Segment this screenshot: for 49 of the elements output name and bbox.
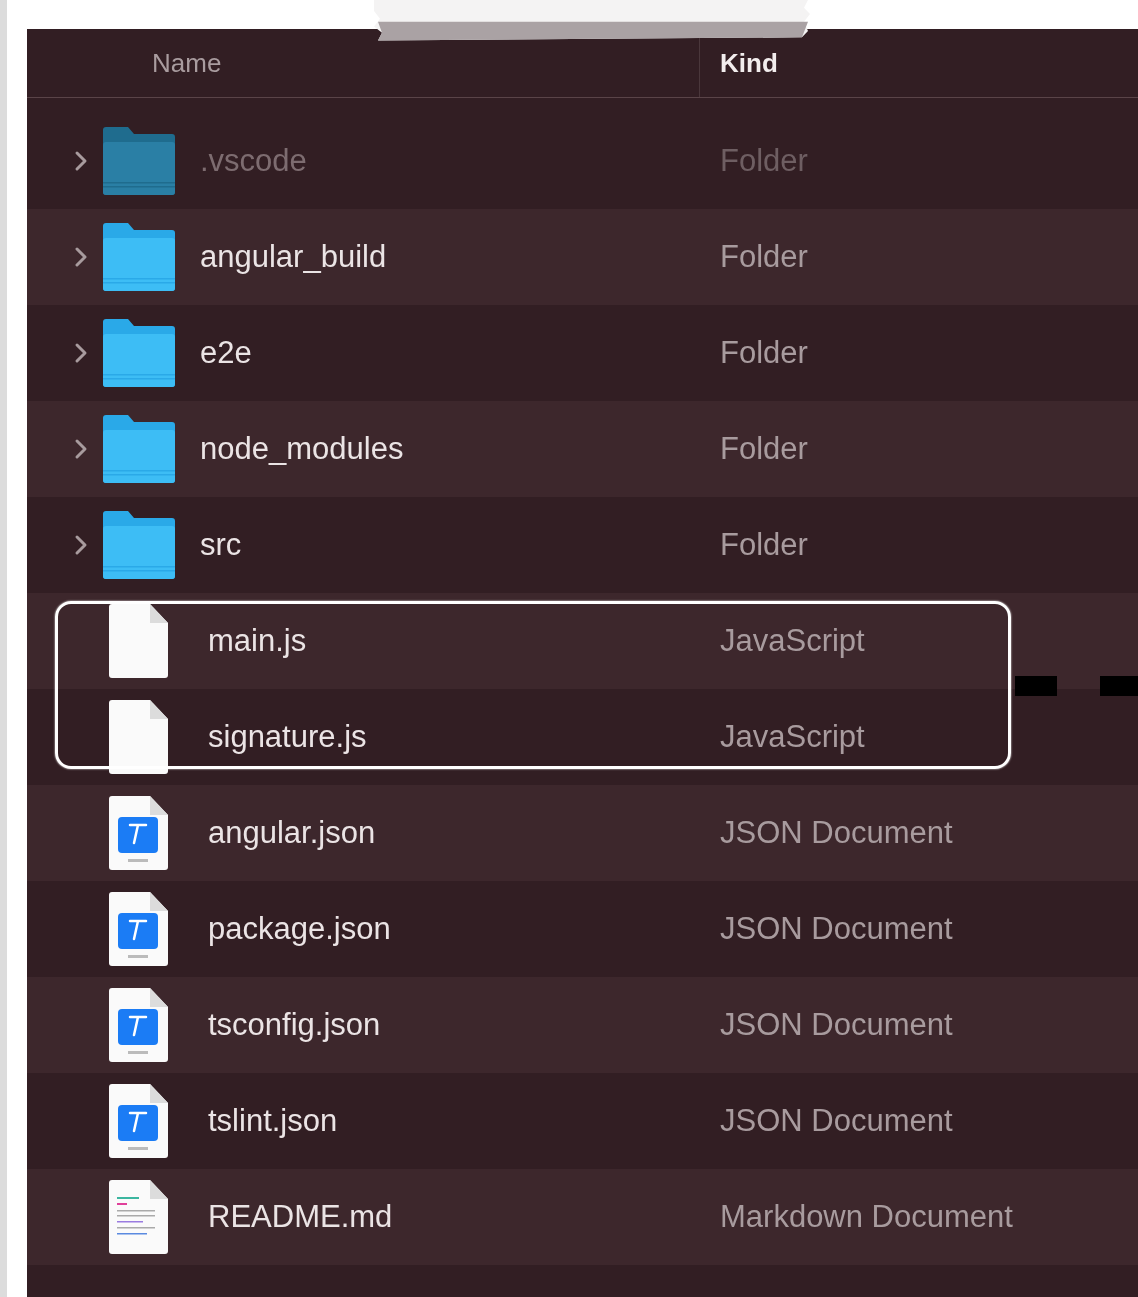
file-name: tslint.json [208,1103,338,1139]
folder-icon [100,318,176,388]
file-row[interactable]: main.js JavaScript [27,593,1138,689]
file-kind: JavaScript [719,719,866,755]
json-file-icon [108,1083,170,1159]
file-name: signature.js [208,719,367,755]
file-name: e2e [200,335,252,371]
file-name: README.md [208,1199,393,1235]
file-row[interactable]: angular_build Folder [27,209,1138,305]
chevron-icon[interactable] [74,534,88,556]
file-name: package.json [208,911,391,947]
document-icon [108,603,170,679]
chevron-icon[interactable] [74,150,88,172]
file-kind: Folder [719,239,809,275]
folder-icon [100,126,176,196]
json-file-icon [108,891,170,967]
column-header[interactable]: Kind [720,47,778,79]
file-name: angular.json [208,815,376,851]
json-file-icon [108,795,170,871]
json-file-icon [108,987,170,1063]
chevron-icon[interactable] [74,342,88,364]
file-kind: JSON Document [719,1103,954,1139]
file-kind: JSON Document [719,815,954,851]
file-row[interactable]: tsconfig.json JSON Document [27,977,1138,1073]
file-kind: Folder [719,431,809,467]
file-kind: JSON Document [719,911,954,947]
chevron-icon[interactable] [74,438,88,460]
file-name: src [200,527,242,563]
file-kind: Folder [719,143,809,179]
column-header[interactable]: Name [152,47,222,79]
chevron-icon[interactable] [74,246,88,268]
file-kind: Folder [719,527,809,563]
folder-icon [100,414,176,484]
file-row[interactable]: node_modules Folder [27,401,1138,497]
file-name: main.js [208,623,307,659]
file-name: node_modules [200,431,404,467]
file-kind: JSON Document [719,1007,954,1043]
document-icon [108,699,170,775]
file-row[interactable]: README.md Markdown Document [27,1169,1138,1265]
file-name: angular_build [200,239,387,275]
file-kind: Folder [719,335,809,371]
file-row[interactable]: angular.json JSON Document [27,785,1138,881]
file-kind: Markdown Document [719,1199,1014,1235]
folder-icon [100,222,176,292]
file-kind: JavaScript [719,623,866,659]
markdown-file-icon [108,1179,170,1255]
file-name: .vscode [200,143,307,179]
folder-icon [100,510,176,580]
file-name: tsconfig.json [208,1007,381,1043]
